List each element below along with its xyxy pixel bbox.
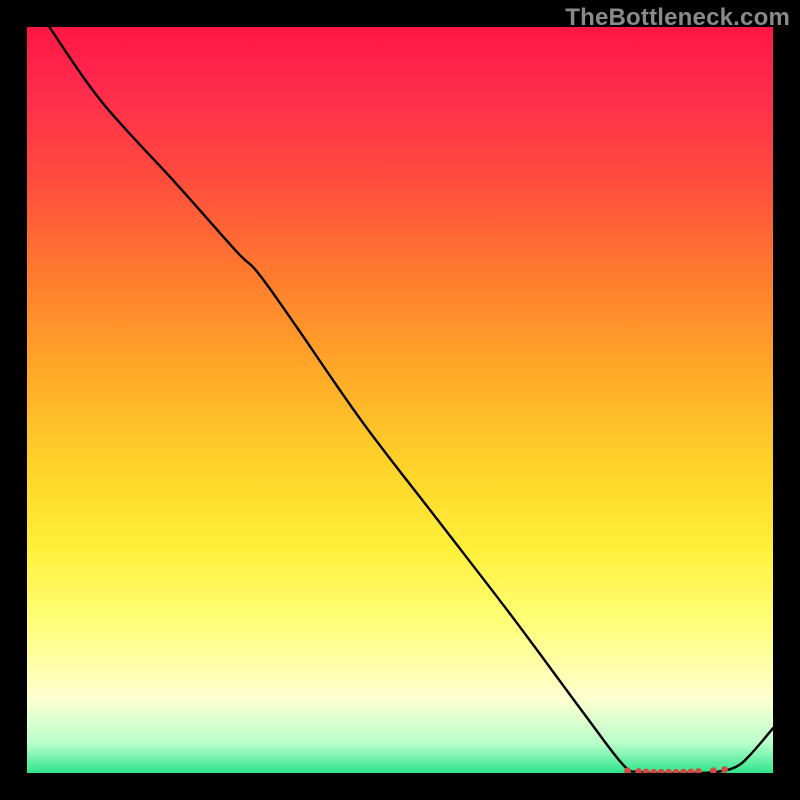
optimal-points — [624, 766, 728, 773]
chart-overlay — [27, 27, 773, 773]
optimal-point — [710, 767, 717, 773]
optimal-point — [650, 769, 657, 773]
optimal-point — [688, 769, 695, 774]
optimal-point — [635, 768, 642, 773]
optimal-point — [721, 766, 728, 773]
optimal-point — [680, 769, 687, 773]
bottleneck-curve — [49, 27, 773, 773]
optimal-point — [658, 769, 665, 773]
chart-frame — [27, 27, 773, 773]
optimal-point — [695, 768, 702, 773]
optimal-point — [673, 769, 680, 773]
optimal-point — [665, 769, 672, 773]
optimal-point — [643, 769, 650, 774]
